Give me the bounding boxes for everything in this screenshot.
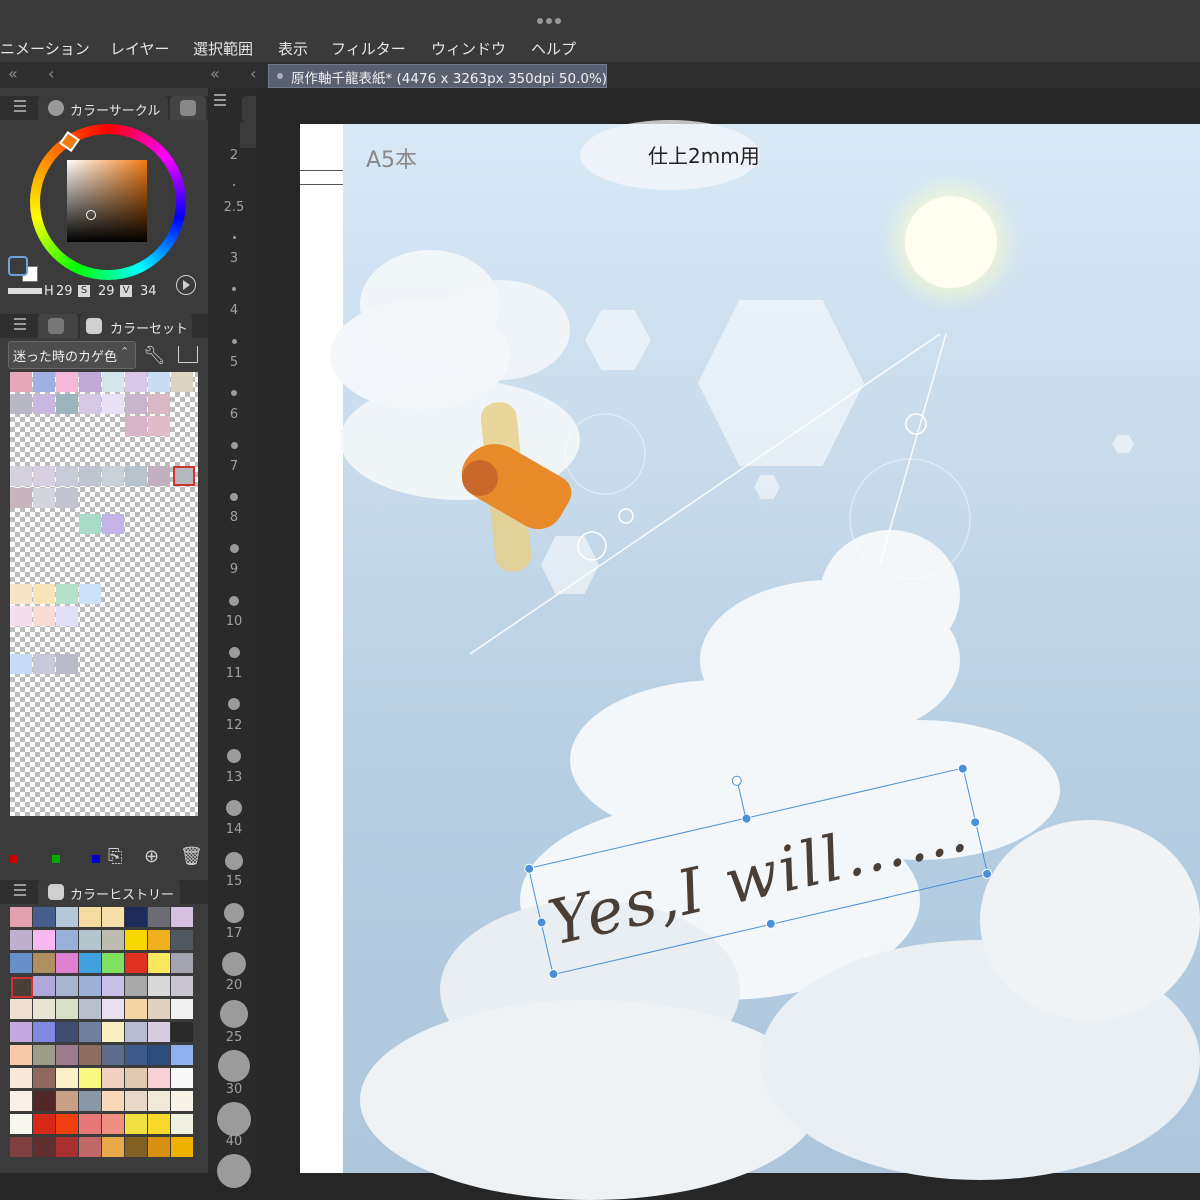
history-icon (48, 884, 64, 900)
color-set-header: カラーセット (0, 314, 208, 338)
title-bar (0, 0, 1200, 34)
size-label[interactable]: 2.5 (210, 200, 258, 215)
size-label[interactable]: 3 (210, 251, 258, 266)
tab-other[interactable] (170, 96, 206, 120)
color-history-header: カラーヒストリー (0, 880, 208, 904)
size-label[interactable]: 30 (210, 1082, 258, 1097)
size-label[interactable]: 6 (210, 407, 258, 422)
size-label[interactable]: 40 (210, 1134, 258, 1149)
color-set-select[interactable]: 迷った時のカゲ色 (8, 341, 136, 369)
menu-layer[interactable]: レイヤー (110, 38, 170, 59)
sliders-icon (180, 100, 196, 116)
size-label[interactable]: 17 (210, 926, 258, 941)
play-icon[interactable] (176, 275, 196, 295)
color-circle-header: カラーサークル (0, 96, 208, 120)
menu-window[interactable]: ウィンドウ (431, 38, 506, 59)
color-set-label: カラーセット (110, 322, 189, 337)
add-color-icon[interactable]: ⊕ (144, 846, 159, 867)
size-label[interactable]: 9 (210, 562, 258, 577)
color-circle-icon (48, 100, 64, 116)
color-history-label: カラーヒストリー (70, 888, 175, 903)
size-label[interactable]: 2 (210, 148, 258, 163)
chevron-left-icon[interactable]: ‹ (48, 64, 54, 83)
menu-help[interactable]: ヘルプ (531, 38, 576, 59)
color-set-select-value: 迷った時のカゲ色 (13, 350, 118, 365)
chevron-left-icon-2[interactable]: ‹ (250, 64, 256, 83)
size-label[interactable]: 8 (210, 510, 258, 525)
import-icon[interactable] (178, 346, 198, 363)
size-label[interactable]: 20 (210, 978, 258, 993)
size-label[interactable]: 15 (210, 874, 258, 889)
size-label[interactable]: 7 (210, 459, 258, 474)
tab-color-circle[interactable]: カラーサークル (38, 96, 168, 120)
size-label[interactable]: 12 (210, 718, 258, 733)
guide-lines (469, 333, 971, 655)
red-channel-icon (10, 855, 18, 863)
size-label[interactable]: 5 (210, 355, 258, 370)
color-set-icon (86, 318, 102, 334)
tab-color-set[interactable]: カラーセット (80, 314, 192, 338)
size-label[interactable]: 11 (210, 666, 258, 681)
v-key: V (120, 285, 132, 297)
collapse-left-icon[interactable]: « (8, 64, 18, 83)
panel-menu-icon-3[interactable] (14, 884, 26, 899)
size-label[interactable]: 13 (210, 770, 258, 785)
size-label[interactable]: 4 (210, 303, 258, 318)
blue-channel-icon (92, 855, 100, 863)
color-history-grid[interactable] (10, 907, 198, 1173)
tab-approx-color[interactable] (38, 314, 78, 338)
sv-cursor[interactable] (86, 210, 96, 220)
menu-view[interactable]: 表示 (278, 38, 308, 59)
transparent-color-swatch[interactable] (8, 288, 42, 294)
color-circle-label: カラーサークル (70, 104, 161, 119)
panel-menu-icon[interactable] (14, 100, 26, 115)
menu-animation[interactable]: ニメーション (0, 38, 90, 59)
panel-menu-icon-2[interactable] (14, 318, 26, 333)
color-set-grid[interactable] (10, 372, 198, 816)
trash-icon[interactable]: 🗑︎ (180, 846, 203, 867)
h-prefix: H (44, 284, 54, 299)
menu-filter[interactable]: フィルター (331, 38, 406, 59)
h-value: 29 (56, 284, 73, 299)
brush-size-list[interactable]: 2 2.5 3 4 5 6 7 8 9 10 11 12 13 14 15 17… (210, 88, 258, 1188)
main-color-swatch[interactable] (8, 256, 28, 276)
saturation-value-square[interactable] (67, 160, 147, 242)
tab-color-history[interactable]: カラーヒストリー (38, 880, 180, 904)
size-label[interactable]: 25 (210, 1030, 258, 1045)
wrench-icon[interactable]: 🔧︎ (143, 345, 166, 366)
trim-label-left: A5本 (366, 148, 418, 173)
green-channel-icon (52, 855, 60, 863)
select-chevron-icon: ⌃ (120, 345, 130, 358)
trim-label-right: 仕上2mm用 (648, 144, 760, 168)
size-label[interactable]: 14 (210, 822, 258, 837)
collapse-ruler-icon[interactable]: « (210, 64, 220, 83)
replace-color-icon[interactable]: ⎘ (108, 846, 122, 867)
s-value: 29 (98, 284, 115, 299)
unsaved-dot-icon (277, 73, 283, 79)
window-dots-icon[interactable] (537, 9, 567, 24)
v-value: 34 (140, 284, 157, 299)
menu-selection[interactable]: 選択範囲 (193, 38, 253, 59)
s-key: S (78, 285, 90, 297)
approx-color-icon (48, 318, 64, 334)
document-tab[interactable]: 原作軸千龍表紙* (4476 x 3263px 350dpi 50.0%) (268, 64, 607, 88)
size-label[interactable]: 10 (210, 614, 258, 629)
document-title: 原作軸千龍表紙* (4476 x 3263px 350dpi 50.0%) (291, 71, 608, 87)
menu-bar: ニメーション レイヤー 選択範囲 表示 フィルター ウィンドウ ヘルプ (0, 34, 1200, 62)
